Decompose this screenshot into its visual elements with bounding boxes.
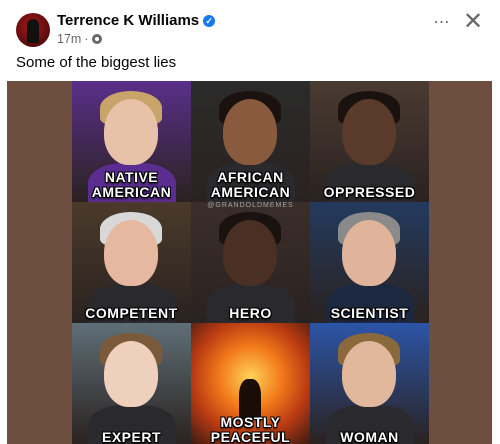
meme-tile: NATIVE AMERICAN xyxy=(72,81,191,202)
post-image[interactable]: NATIVE AMERICAN AFRICAN AMERICAN OPPRESSED CO… xyxy=(7,81,492,444)
verified-badge-icon: ✓ xyxy=(203,15,216,27)
portrait-face xyxy=(104,99,158,165)
meme-label-line: AMERICAN xyxy=(91,184,172,200)
author-name-row: Terrence K Williams ✓ xyxy=(57,12,216,29)
watermark: @GRANDOLDMEMES xyxy=(207,202,294,209)
meme-label-line: HERO xyxy=(229,305,272,321)
meme-label-line: AMERICAN xyxy=(210,184,291,200)
meme-label-line: NATIVE xyxy=(104,169,159,185)
meme-label: EXPERT xyxy=(72,430,191,444)
meme-tile: AFRICAN AMERICAN xyxy=(191,81,310,202)
post-time[interactable]: 17m xyxy=(57,32,81,46)
meme-label-line: OPPRESSED xyxy=(323,184,416,200)
meme-tile: SCIENTIST xyxy=(310,202,429,323)
portrait-face xyxy=(104,220,158,286)
author-avatar[interactable] xyxy=(16,13,50,47)
more-options-button[interactable]: ⋯ xyxy=(430,13,454,33)
portrait-face xyxy=(342,220,396,286)
meme-tile: WOMAN xyxy=(310,323,429,444)
meme-tile: MOSTLY PEACEFUL xyxy=(191,323,310,444)
meme-label: SCIENTIST xyxy=(310,306,429,321)
meme-tile: EXPERT xyxy=(72,323,191,444)
portrait-face xyxy=(104,341,158,407)
meme-tile: OPPRESSED xyxy=(310,81,429,202)
meme-label-line: WOMAN xyxy=(340,429,399,444)
portrait-face xyxy=(342,341,396,407)
meme-label-line: EXPERT xyxy=(101,429,161,444)
close-button[interactable]: ✕ xyxy=(461,10,485,34)
facebook-post-card: Terrence K Williams ✓ 17m · ⋯ ✕ Some of th… xyxy=(0,0,500,444)
meme-tile: COMPETENT xyxy=(72,202,191,323)
meme-grid: NATIVE AMERICAN AFRICAN AMERICAN OPPRESSED CO… xyxy=(72,81,429,444)
meme-label: NATIVE AMERICAN xyxy=(72,170,191,200)
portrait-face xyxy=(223,220,277,286)
privacy-settings-icon xyxy=(91,34,102,44)
meme-label-line: AFRICAN xyxy=(217,169,284,185)
meme-tile: HERO xyxy=(191,202,310,323)
portrait-face xyxy=(223,99,277,165)
meme-label: MOSTLY PEACEFUL xyxy=(191,415,310,444)
portrait-face xyxy=(342,99,396,165)
meme-label: HERO xyxy=(191,306,310,321)
meme-label: OPPRESSED xyxy=(310,185,429,200)
author-name[interactable]: Terrence K Williams xyxy=(57,12,199,29)
post-meta: 17m · xyxy=(57,32,102,46)
silhouette-figure xyxy=(239,379,261,419)
meme-label: AFRICAN AMERICAN xyxy=(191,170,310,200)
meme-label-line: MOSTLY xyxy=(220,414,281,430)
meme-label: COMPETENT xyxy=(72,306,191,321)
meme-label-line: PEACEFUL xyxy=(210,429,291,444)
meme-label: WOMAN xyxy=(310,430,429,444)
post-caption: Some of the biggest lies xyxy=(16,54,177,71)
meme-label-line: SCIENTIST xyxy=(330,305,409,321)
meme-label-line: COMPETENT xyxy=(85,305,178,321)
